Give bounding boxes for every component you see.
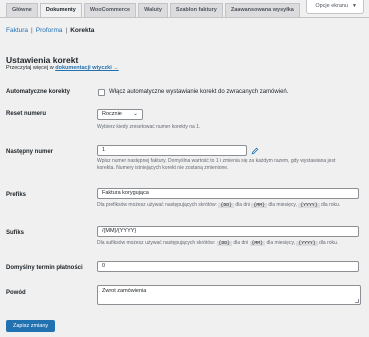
next-number-label: Następny numer	[6, 149, 54, 155]
suffix-desc-c: dla miesięcy,	[266, 240, 295, 246]
tab-zaawansowana-wysylka[interactable]: Zaawansowana wysyłka	[224, 3, 300, 17]
next-number-description-2: korekta. Numery istniejących korekt nie …	[97, 165, 229, 171]
prefix-desc-d: dla roku.	[320, 202, 341, 208]
subnav-separator: |	[31, 27, 33, 34]
prefix-desc-c: dla miesięcy,	[268, 202, 297, 208]
documentation-link[interactable]: dokumentacji wtyczki →	[55, 65, 119, 71]
auto-corrections-checkbox[interactable]	[98, 89, 105, 96]
payment-due-label: Domyślny termin płatności	[6, 265, 83, 271]
suffix-desc-b: dla dni	[233, 240, 249, 246]
suffix-code-mm: {MM}	[249, 241, 266, 246]
caret-down-icon: ▼	[352, 3, 357, 9]
next-number-description-1: Wpisz numer następnej faktury. Domyślna …	[97, 158, 336, 164]
settings-tabs: Główne Dokumenty WooCommerce Waluty Szab…	[6, 3, 300, 17]
prefix-code-dd: {DD}	[218, 203, 234, 208]
suffix-desc-d: dla roku.	[319, 240, 339, 246]
suffix-description: Dla sufiksów możesz używać następujących…	[97, 240, 338, 247]
subnav-korekta: Korekta	[70, 27, 95, 34]
section-description: Przeczytaj więcej w dokumentacji wtyczki…	[6, 65, 119, 71]
document-subnav: Faktura | Proforma | Korekta	[6, 27, 94, 34]
tab-dokumenty[interactable]: Dokumenty	[39, 3, 82, 17]
prefix-label: Prefiks	[6, 192, 27, 198]
suffix-input[interactable]: /{MM}/{YYYY}	[97, 226, 359, 237]
tabs-divider	[0, 17, 369, 18]
subnav-proforma[interactable]: Proforma	[36, 27, 63, 34]
reason-value: Zwrot zamówienia	[102, 288, 147, 294]
pencil-icon[interactable]	[251, 147, 259, 155]
auto-corrections-label: Automatyczne korekty	[6, 89, 71, 95]
next-number-input[interactable]: 1	[97, 145, 247, 156]
resize-handle-icon[interactable]	[355, 299, 359, 303]
suffix-label: Sufiks	[6, 230, 25, 236]
reset-number-value: Rocznie	[102, 111, 122, 117]
reset-number-select[interactable]: Rocznie ⌄	[97, 109, 143, 120]
screen-options-button[interactable]: Opcje ekranu ▼	[306, 0, 364, 14]
auto-corrections-checkbox-label[interactable]: Włącz automatyczne wystawianie korekt do…	[109, 89, 288, 95]
tab-glowne[interactable]: Główne	[6, 3, 38, 17]
section-desc-text: Przeczytaj więcej w	[6, 65, 54, 71]
suffix-code-yyyy: {YYYY}	[296, 241, 318, 246]
subnav-faktura[interactable]: Faktura	[6, 27, 28, 34]
save-button[interactable]: Zapisz zmiany	[6, 320, 56, 332]
prefix-code-mm: {MM}	[251, 203, 267, 208]
payment-due-input[interactable]: 0	[97, 261, 359, 272]
prefix-input[interactable]: Faktura korygująca	[97, 188, 359, 199]
prefix-desc-b: dla dni	[235, 202, 251, 208]
prefix-description: Dla prefiksów możesz używać następującyc…	[97, 202, 340, 209]
prefix-desc-a: Dla prefiksów możesz używać następującyc…	[97, 202, 218, 208]
tab-waluty[interactable]: Waluty	[138, 3, 168, 17]
chevron-down-icon: ⌄	[132, 111, 138, 117]
reset-number-description: Wybierz kiedy zresetować numer korekty n…	[97, 124, 201, 130]
reason-label: Powód	[6, 290, 26, 296]
suffix-desc-a: Dla sufiksów możesz używać następujących…	[97, 240, 216, 246]
prefix-code-yyyy: {YYYY}	[298, 203, 320, 208]
reset-number-label: Reset numeru	[6, 111, 47, 117]
section-title: Ustawienia korekt	[6, 55, 79, 65]
screen-options-label: Opcje ekranu	[315, 3, 349, 9]
suffix-code-dd: {DD}	[216, 241, 233, 246]
tab-woocommerce[interactable]: WooCommerce	[83, 3, 137, 17]
reason-textarea[interactable]: Zwrot zamówienia	[97, 285, 361, 305]
subnav-separator: |	[65, 27, 68, 34]
tab-szablon-faktury[interactable]: Szablon faktury	[169, 3, 223, 17]
